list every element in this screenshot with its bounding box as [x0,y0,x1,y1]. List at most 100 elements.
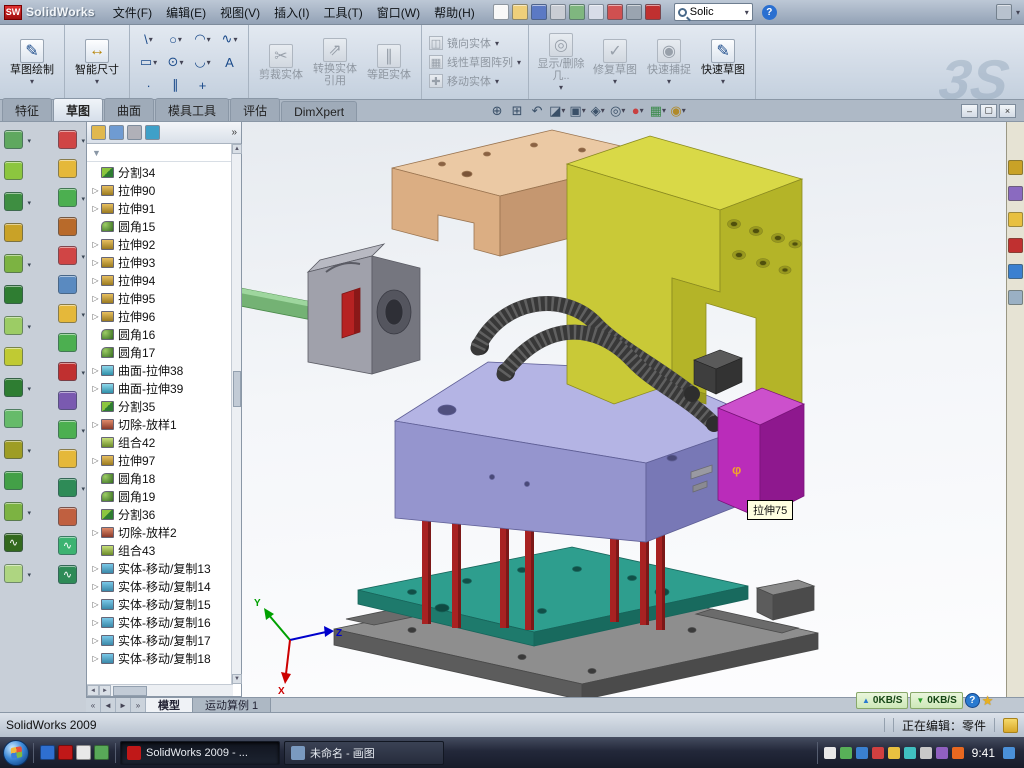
taskbar-task-button[interactable]: 未命名 - 画图 [284,741,444,765]
feature-tree-item[interactable]: ▷ 实体-移动/复制15 [87,595,241,613]
expand-arrow-icon[interactable]: ▷ [90,600,101,609]
toolbar-icon[interactable] [531,4,547,20]
tool-icon[interactable] [58,449,77,468]
net-speed-widget[interactable]: ▲0KB/S ▼0KB/S ? ★ [856,691,993,710]
tree-filter-bar[interactable]: ▼ [87,144,241,162]
sheet-nav-button[interactable]: ◄ [101,698,116,712]
feature-tree-item[interactable]: ▷ 拉伸94 [87,271,241,289]
tool-icon[interactable] [58,333,77,352]
feature-tree-item[interactable]: 分割35 [87,397,241,415]
tool-icon[interactable] [58,507,77,526]
feature-tree-item[interactable]: ▷ 拉伸92 [87,235,241,253]
tray-icon[interactable] [904,747,916,759]
tool-icon[interactable]: ▾ [4,254,23,273]
sheet-tab[interactable]: 模型 [146,698,193,712]
sheet-nav-button[interactable]: » [131,698,146,712]
expand-arrow-icon[interactable]: ▷ [90,582,101,591]
feature-tree-item[interactable]: 分割34 [87,163,241,181]
tray-icon[interactable] [952,747,964,759]
view-tool-icon[interactable]: ◉▾ [669,102,687,119]
quick-launch-icon[interactable] [58,745,73,760]
task-pane-icon[interactable] [1008,264,1023,279]
exploded-mold-assembly[interactable]: φ Y Z X [242,122,1006,697]
task-pane-icon[interactable] [1008,238,1023,253]
tool-icon[interactable]: ▾ [58,478,77,497]
expand-arrow-icon[interactable]: ▷ [90,366,101,375]
tool-icon[interactable] [58,275,77,294]
sketch-entity-tool-button[interactable]: A [216,51,243,74]
view-tool-icon[interactable]: ▦▾ [649,102,667,119]
feature-tree-item[interactable]: 圆角16 [87,325,241,343]
feature-tree-item[interactable]: 圆角18 [87,469,241,487]
view-tool-icon[interactable]: ◪▾ [548,102,566,119]
feature-tree-item[interactable]: ▷ 曲面-拉伸38 [87,361,241,379]
search-dropdown-icon[interactable]: ▾ [745,8,749,17]
sketch-entity-tool-button[interactable]: + [189,74,216,97]
tool-icon[interactable] [4,409,23,428]
sketch-button[interactable]: ✎ 草图绘制 ▾ [5,37,59,88]
side-core-block[interactable]: φ [718,388,804,518]
quick-launch-icon[interactable] [94,745,109,760]
tool-icon[interactable] [4,285,23,304]
sheet-nav-button[interactable]: « [86,698,101,712]
toolbar-icon[interactable] [550,4,566,20]
commandmanager-tab[interactable]: 评估 [230,98,280,121]
toolbar-icon[interactable] [588,4,604,20]
menu-item[interactable]: 视图(V) [213,1,267,24]
commandmanager-tab[interactable]: 草图 [53,98,103,121]
feature-tree-item[interactable]: ▷ 拉伸90 [87,181,241,199]
feature-tree-item[interactable]: ▷ 切除-放样2 [87,523,241,541]
window-control-button[interactable]: × [999,104,1016,118]
ribbon-button[interactable]: ◉ 快速捕捉 ▾ [642,37,696,88]
tool-icon[interactable] [58,391,77,410]
sketch-entity-tool-button[interactable]: ∿▾ [216,28,243,51]
tool-icon[interactable]: ▾ [4,192,23,211]
feature-tree-item[interactable]: ▷ 实体-移动/复制16 [87,613,241,631]
feature-tree-item[interactable]: ▷ 拉伸91 [87,199,241,217]
feature-tree-item[interactable]: ▷ 拉伸95 [87,289,241,307]
sketch-entity-tool-button[interactable]: ∥ [162,74,189,97]
toolbar-icon[interactable] [626,4,642,20]
feature-tree-item[interactable]: ▷ 拉伸93 [87,253,241,271]
tool-icon[interactable]: ▾ [4,502,23,521]
feature-tree-item[interactable]: ▷ 曲面-拉伸39 [87,379,241,397]
tool-icon[interactable]: ▾ [4,316,23,335]
tool-icon[interactable] [58,217,77,236]
menu-item[interactable]: 工具(T) [316,1,369,24]
view-tool-icon[interactable]: ▣▾ [568,102,586,119]
tool-icon[interactable]: ▾ [58,130,77,149]
ribbon-button[interactable]: ✂ 剪裁实体 [254,42,308,83]
sketch-entity-tool-button[interactable]: \▾ [135,28,162,51]
ribbon-button[interactable]: ⇗ 转换实体引用 [308,36,362,89]
expand-arrow-icon[interactable]: ▷ [90,456,101,465]
feature-tree-item[interactable]: 分割36 [87,505,241,523]
tool-icon[interactable]: ∿ [58,565,77,584]
feature-tree-item[interactable]: ▷ 切除-放样1 [87,415,241,433]
task-pane-icon[interactable] [1008,290,1023,305]
feature-tree-item[interactable]: 圆角17 [87,343,241,361]
ribbon-button[interactable]: ✓ 修复草图 ▾ [588,37,642,88]
quick-launch-icon[interactable] [40,745,55,760]
tool-icon[interactable] [4,471,23,490]
view-tool-icon[interactable]: ⊕ [488,102,506,119]
scrollbar-thumb[interactable] [233,371,241,407]
feature-tree-item[interactable]: 组合43 [87,541,241,559]
tool-icon[interactable]: ▾ [4,130,23,149]
feature-tree-item[interactable]: 圆角19 [87,487,241,505]
task-pane-icon[interactable] [1008,160,1023,175]
tray-icon[interactable] [856,747,868,759]
ribbon-button[interactable]: ✚ 移动实体 ▾ [427,72,523,91]
tool-icon[interactable]: ▾ [4,564,23,583]
feature-tree-item[interactable]: ▷ 实体-移动/复制13 [87,559,241,577]
quick-tips-icon[interactable] [1003,718,1018,733]
expand-arrow-icon[interactable]: ▷ [90,276,101,285]
taskbar-clock[interactable]: 9:41 [972,746,995,760]
tray-icon[interactable] [920,747,932,759]
expand-arrow-icon[interactable]: ▷ [90,204,101,213]
tool-icon[interactable] [4,223,23,242]
commandmanager-tab[interactable]: 曲面 [104,98,154,121]
tool-icon[interactable]: ▾ [58,362,77,381]
ribbon-button[interactable]: ◎ 显示/删除几.. ▾ [534,31,588,94]
sketch-entity-tool-button[interactable]: ◡▾ [189,51,216,74]
tool-icon[interactable] [4,347,23,366]
